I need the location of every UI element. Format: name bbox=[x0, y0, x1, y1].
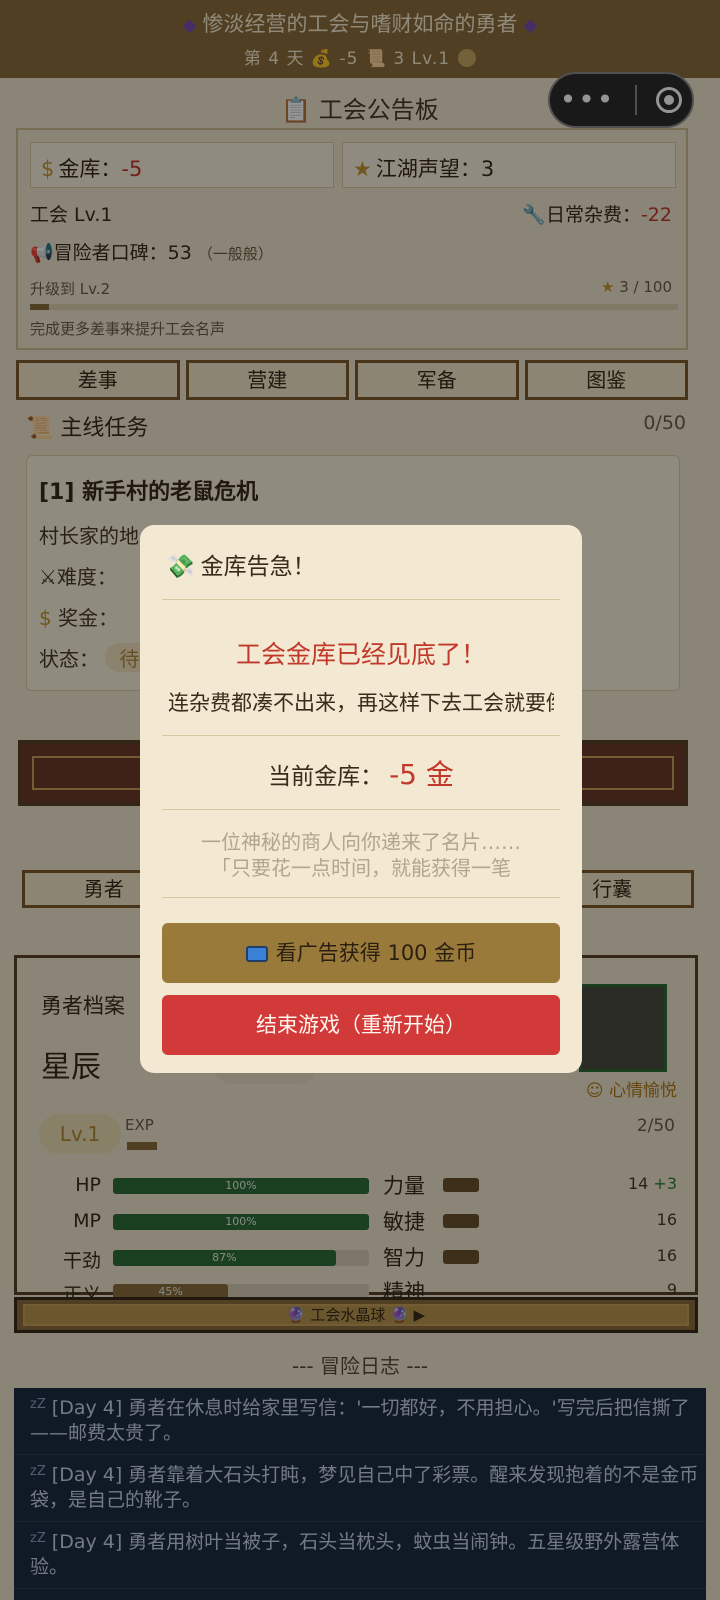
treasury-alert-dialog: 💸金库告急！ 工会金库已经见底了！ 连杂费都凑不出来，再这样下去工会就要倒闭了 … bbox=[140, 525, 582, 1073]
divider bbox=[162, 599, 560, 600]
dialog-header: 💸 金库告急！ bbox=[166, 547, 316, 581]
dialog-treasury: 当前金库： -5 金 bbox=[268, 758, 454, 791]
dialog-alert: 工会金库已经见底了！ bbox=[235, 640, 486, 669]
divider bbox=[162, 735, 560, 736]
watch-ad-button[interactable]: 看广告获得 100 金币 bbox=[162, 923, 560, 983]
money-wings-icon: 💸 bbox=[166, 554, 195, 580]
end-game-button[interactable]: 结束游戏（重新开始） bbox=[162, 995, 560, 1055]
treasury-amount: -5 金 bbox=[389, 758, 454, 791]
dialog-title: 金库告急！ bbox=[200, 554, 316, 580]
dialog-story[interactable]: 一位神秘的商人向你递来了名片…… 「只要花一点时间，就能获得一笔 bbox=[180, 829, 542, 899]
tv-icon bbox=[245, 946, 268, 962]
dialog-message: 连杂费都凑不出来，再这样下去工会就要倒闭了 bbox=[168, 691, 554, 715]
divider bbox=[162, 897, 560, 898]
divider bbox=[162, 809, 560, 810]
